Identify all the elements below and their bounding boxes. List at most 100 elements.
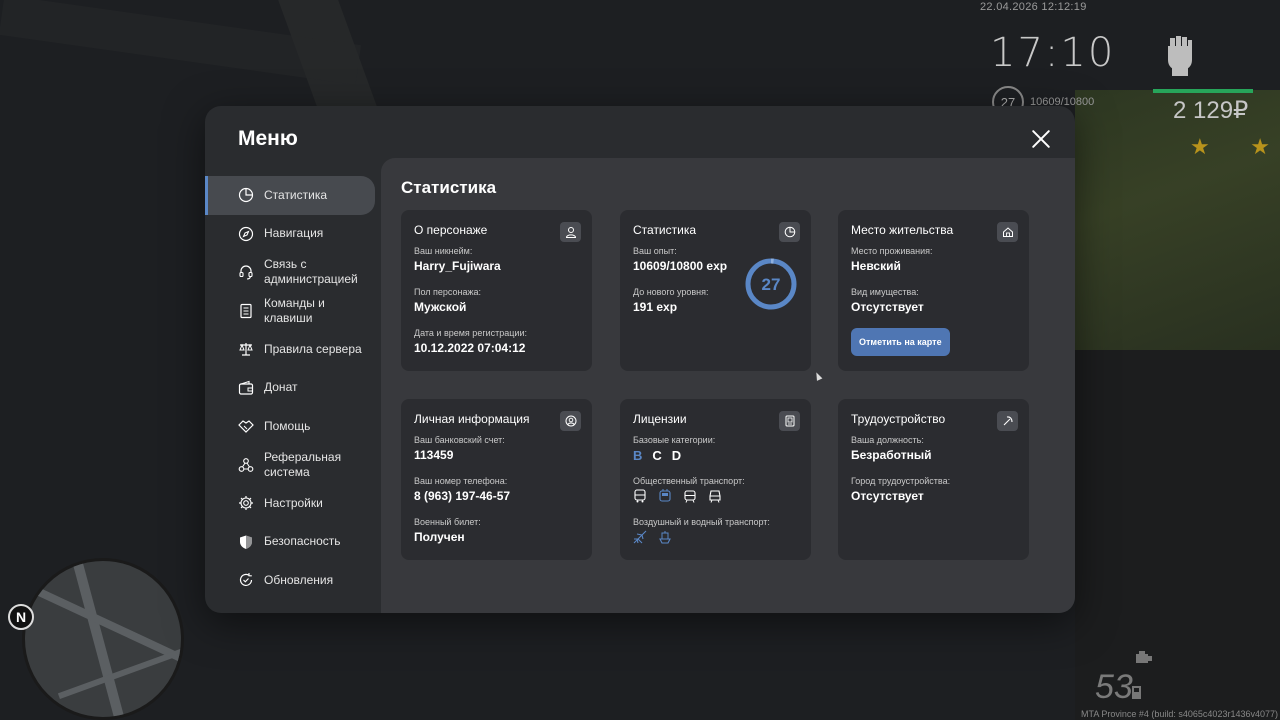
user-circle-icon [560,411,581,431]
ground-area [1075,350,1280,720]
card-title: Лицензии [633,412,687,426]
license-categories: B C D [633,448,798,463]
user-icon [560,222,581,242]
phone-value: 8 (963) 197-46-57 [414,489,511,503]
bus-icon [634,489,646,503]
card-title: Место жительства [851,223,954,237]
pickaxe-icon [997,411,1018,431]
property-value: Отсутствует [851,300,924,314]
license-category-c: C [652,448,662,463]
gender-value: Мужской [414,300,467,314]
sidebar-item-updates[interactable]: Обновления [205,561,381,600]
close-icon[interactable] [1031,129,1051,149]
sidebar-item-label: Обновления [264,572,334,587]
sidebar-item-label: Помощь [264,418,311,433]
sidebar-item-label: Связь с администрацией [264,257,358,287]
card-character: О персонаже Ваш никнейм: Harry_Fujiwara … [401,210,592,371]
pie-chart-icon [238,188,254,203]
sidebar-item-commands[interactable]: Команды и клавиши [205,292,381,331]
build-info: MTA Province #4 (build: s4065c4023r1436v… [1081,709,1278,719]
fist-icon [1168,36,1192,76]
card-licenses: Лицензии Базовые категории: B C D Общест… [620,399,811,560]
sidebar-item-label: Донат [264,380,298,395]
sidebar-item-label: Настройки [264,495,323,510]
field-label: Место проживания: [851,246,933,256]
boat-icon [659,531,671,544]
level-progress-ring: 27 [745,258,797,310]
tram-icon [684,490,696,503]
field-label: Ваш опыт: [633,246,677,256]
field-label: Дата и время регистрации: [414,328,527,338]
card-title: Личная информация [414,412,530,426]
shield-icon [240,535,252,549]
minimap-road [31,585,181,665]
sidebar: Статистика Навигация Связь с администрац… [205,176,381,600]
handshake-icon [238,420,254,434]
content-panel: Статистика О персонаже Ваш никнейм: Harr… [381,158,1075,613]
minimap-road [73,562,127,717]
public-transport-licenses [633,489,798,503]
sidebar-item-label: Статистика [264,187,328,202]
mark-on-map-button[interactable]: Отметить на карте [851,328,950,356]
health-bar [1153,89,1253,93]
card-residence: Место жительства Место проживания: Невск… [838,210,1029,371]
field-label: Базовые категории: [633,435,716,445]
wanted-stars: ★ ★ [1190,134,1270,160]
field-label: Военный билет: [414,517,481,527]
home-icon [997,222,1018,242]
sidebar-item-label: Навигация [264,226,324,241]
sidebar-item-label: Правила сервера [264,341,362,356]
scales-icon [239,343,253,356]
headset-icon [239,265,253,280]
field-label: Общественный транспорт: [633,476,745,486]
field-label: Воздушный и водный транспорт: [633,517,770,527]
card-personal-info: Личная информация Ваш банковский счет: 1… [401,399,592,560]
sidebar-item-help[interactable]: Помощь [205,407,381,446]
card-statistics: Статистика Ваш опыт: 10609/10800 exp До … [620,210,811,371]
sidebar-item-referral[interactable]: Реферальная система [205,446,381,485]
gear-icon [239,496,253,511]
trolleybus-icon [659,489,671,502]
hud-money: 2 129₽ [1173,97,1249,124]
menu-window: Меню Статистика Навигация Связь с админи… [205,106,1075,613]
engine-icon [1136,651,1152,663]
fuel-icon [1132,686,1141,699]
compass-icon [238,226,254,241]
sidebar-item-statistics[interactable]: Статистика [205,176,375,215]
bank-account-value: 113459 [414,448,454,462]
page-title: Статистика [401,178,497,197]
sidebar-item-label: Безопасность [264,534,341,549]
sidebar-item-label: Реферальная система [264,449,342,479]
nickname-value: Harry_Fujiwara [414,259,501,273]
grass-area [1075,90,1280,350]
sidebar-item-contact-admin[interactable]: Связь с администрацией [205,253,381,292]
sidebar-item-security[interactable]: Безопасность [205,523,381,562]
military-id-value: Получен [414,530,465,544]
pie-chart-icon [779,222,800,242]
sidebar-item-rules[interactable]: Правила сервера [205,330,381,369]
field-label: Ваш номер телефона: [414,476,508,486]
level-number: 27 [762,275,781,294]
license-category-d: D [671,448,682,463]
document-icon [240,303,252,318]
refresh-icon [239,573,253,587]
field-label: Ваш никнейм: [414,246,473,256]
card-title: Статистика [633,223,697,237]
air-water-licenses [633,530,798,544]
sidebar-item-navigation[interactable]: Навигация [205,215,381,254]
star-icon: ★ [1250,134,1270,159]
sidebar-item-settings[interactable]: Настройки [205,484,381,523]
position-value: Безработный [851,448,932,462]
wallet-icon [238,380,254,395]
card-title: О персонаже [414,223,488,237]
field-label: Ваш банковский счет: [414,435,505,445]
network-icon [238,457,254,472]
registration-value: 10.12.2022 07:04:12 [414,341,526,355]
field-label: Пол персонажа: [414,287,482,297]
field-label: Город трудоустройства: [851,476,951,486]
sidebar-item-donate[interactable]: Донат [205,369,381,408]
plane-icon [633,530,647,544]
compass-north: N [8,604,34,630]
metro-icon [709,490,721,503]
minimap-road [57,648,181,700]
